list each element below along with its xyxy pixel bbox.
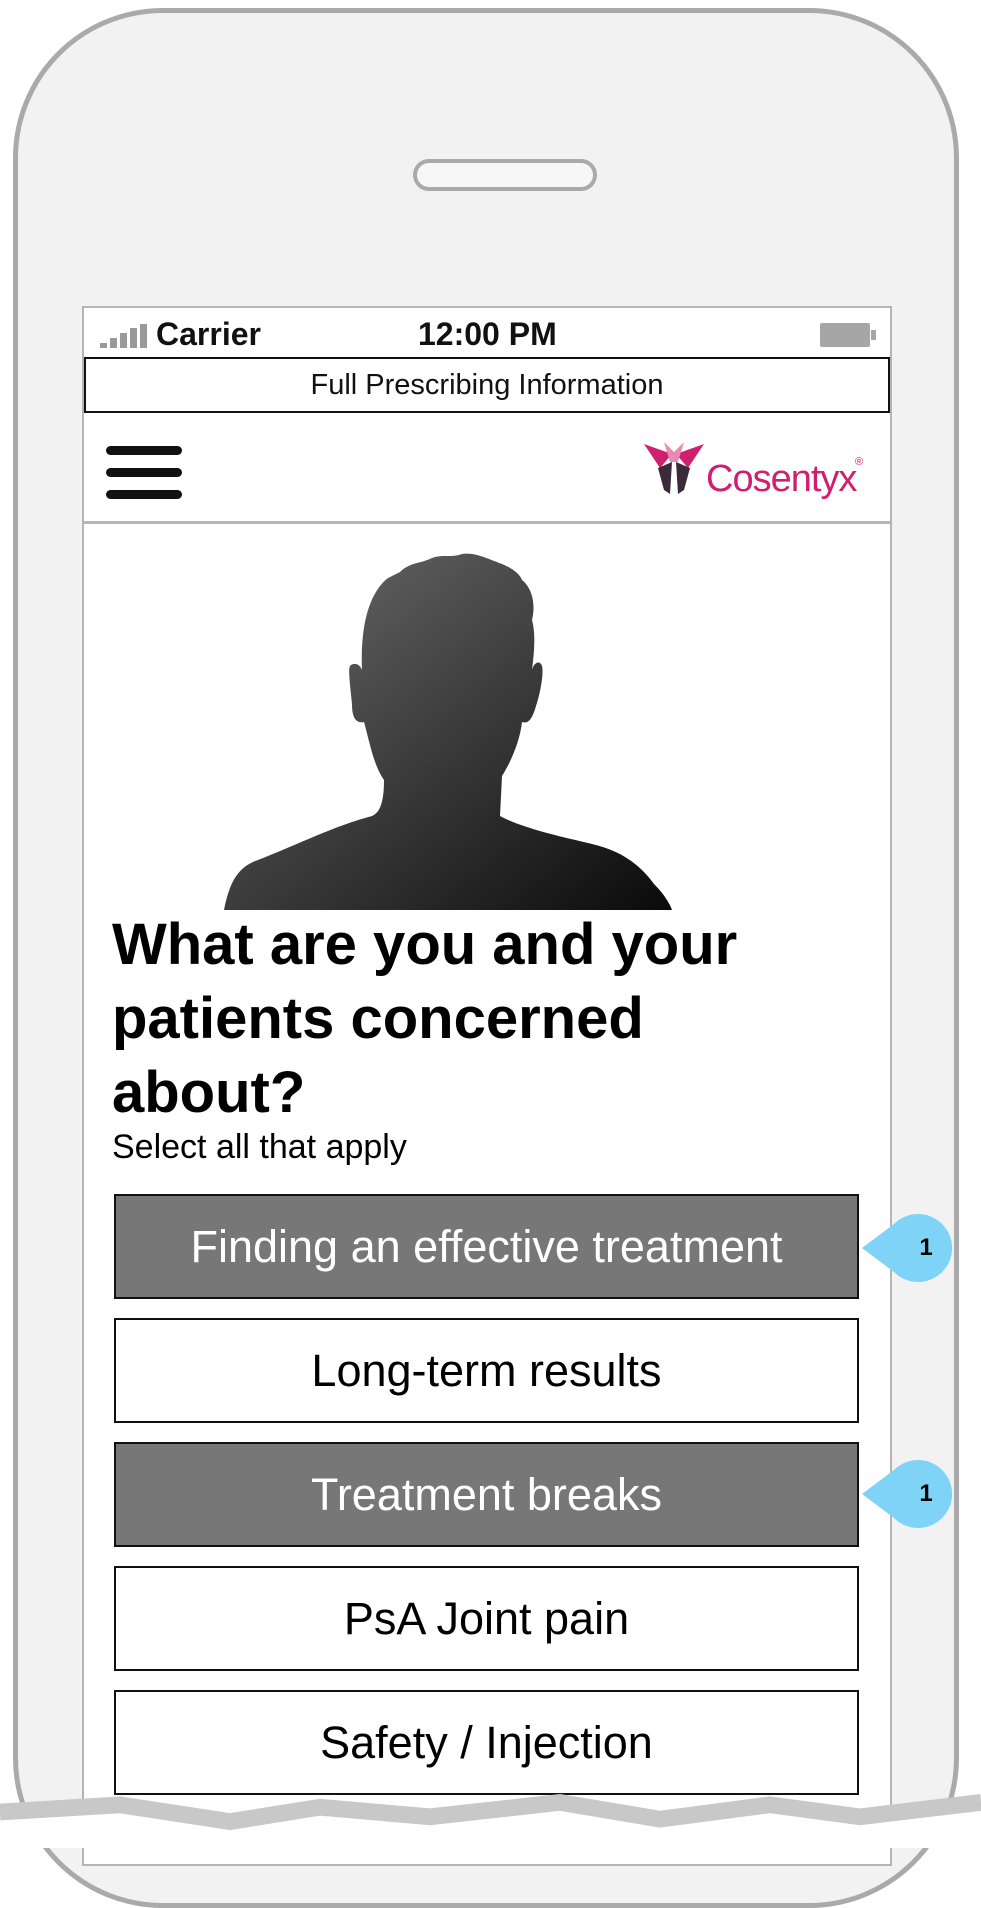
status-time: 12:00 PM — [418, 316, 557, 352]
signal-strength-icon — [100, 324, 150, 348]
option-safety-injection[interactable]: Safety / Injection — [114, 1690, 859, 1795]
full-prescribing-information-link[interactable]: Full Prescribing Information — [84, 357, 890, 413]
person-silhouette-image — [224, 553, 672, 910]
option-label: Long-term results — [311, 1344, 662, 1396]
option-treatment-breaks[interactable]: Treatment breaks — [114, 1442, 859, 1547]
option-label: Safety / Injection — [320, 1716, 653, 1768]
cosentyx-logo-mark-icon — [644, 442, 704, 494]
nav-bar: Cosentyx ® — [84, 420, 890, 524]
brand-name: Cosentyx — [706, 458, 857, 500]
option-label: PsA Joint pain — [343, 1592, 630, 1644]
cosentyx-logo[interactable]: Cosentyx ® — [642, 440, 872, 510]
annotation-badge: 1 — [858, 1214, 958, 1282]
question-heading: What are you and your patients concerned… — [112, 912, 738, 1125]
phone-screen: Carrier 12:00 PM Full Prescribing Inform… — [82, 306, 892, 1866]
hamburger-menu-icon[interactable] — [106, 446, 182, 502]
status-bar: Carrier 12:00 PM — [84, 308, 890, 356]
annotation-number: 1 — [919, 1480, 933, 1507]
page-continues-cut-line — [0, 1793, 981, 1848]
option-finding-effective-treatment[interactable]: Finding an effective treatment — [114, 1194, 859, 1299]
phone-speaker — [413, 159, 597, 191]
carrier-name: Carrier — [156, 316, 261, 352]
select-instruction: Select all that apply — [112, 1128, 407, 1166]
battery-icon — [820, 323, 876, 347]
option-label: Finding an effective treatment — [190, 1220, 783, 1272]
option-long-term-results[interactable]: Long-term results — [114, 1318, 859, 1423]
annotation-badge: 1 — [858, 1460, 958, 1528]
option-label: Treatment breaks — [311, 1468, 662, 1520]
annotation-number: 1 — [919, 1234, 933, 1261]
brand-registered-mark: ® — [855, 456, 864, 468]
option-psa-joint-pain[interactable]: PsA Joint pain — [114, 1566, 859, 1671]
